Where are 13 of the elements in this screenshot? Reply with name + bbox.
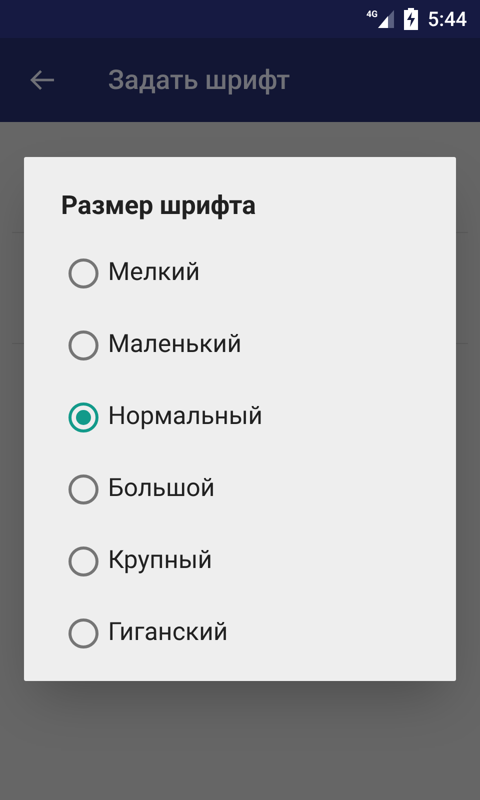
font-size-option[interactable]: Большой — [24, 453, 456, 525]
font-size-option[interactable]: Гиганский — [24, 597, 456, 669]
battery-charging-icon — [404, 8, 418, 30]
font-size-option[interactable]: Маленький — [24, 309, 456, 381]
app-bar-title: Задать шрифт — [108, 62, 290, 98]
dialog-title: Размер шрифта — [61, 190, 257, 223]
font-size-option[interactable]: Мелкий — [24, 237, 456, 309]
back-arrow-icon — [29, 69, 55, 91]
font-size-option[interactable]: Крупный — [24, 525, 456, 597]
clock-time: 5:44 — [428, 6, 467, 33]
signal-icon — [378, 10, 394, 28]
network-label: 4G — [366, 11, 378, 20]
font-size-option[interactable]: Нормальный — [24, 381, 456, 453]
